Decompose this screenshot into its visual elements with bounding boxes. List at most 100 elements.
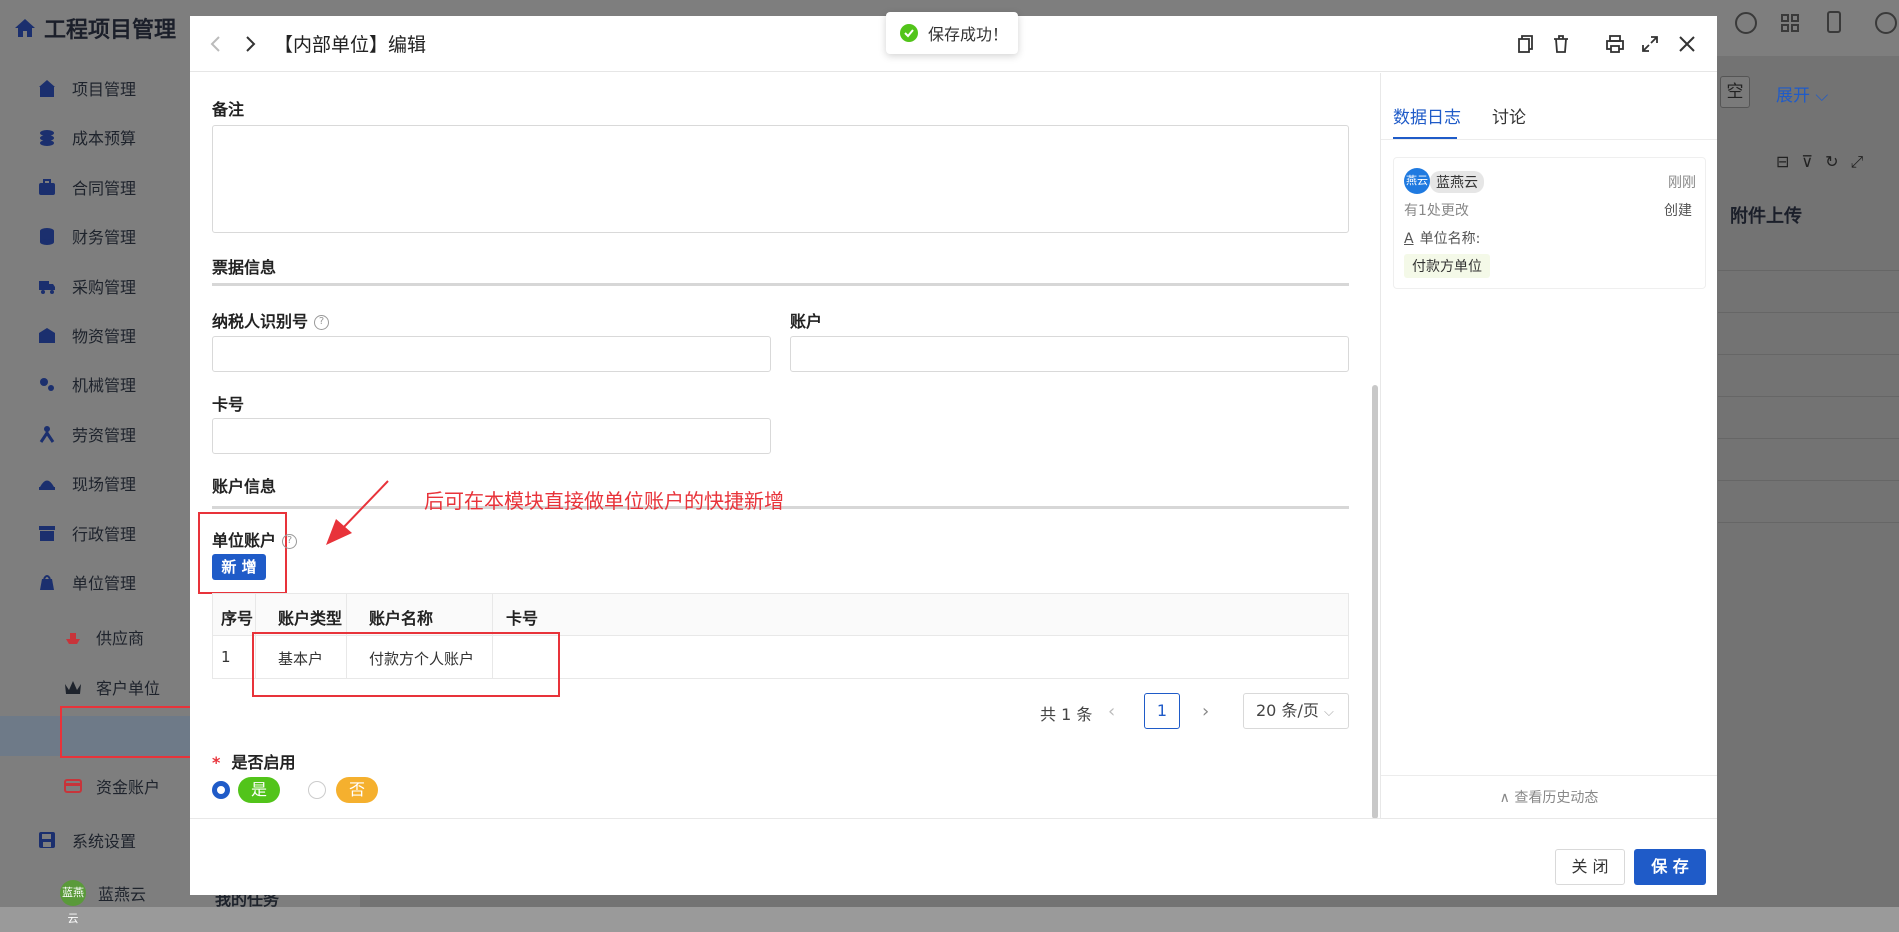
save-icon bbox=[36, 829, 58, 851]
page-size-select[interactable]: 20 条/页 ⌵ bbox=[1243, 693, 1349, 729]
log-field: A 单位名称: bbox=[1404, 228, 1480, 248]
sidebar-item-label: 项目管理 bbox=[72, 80, 137, 99]
cell-index: 1 bbox=[221, 648, 231, 666]
fullscreen-icon[interactable] bbox=[1640, 34, 1660, 54]
log-entry-card: 燕云 蓝燕云 刚刚 有1处更改 创建 A 单位名称: 付款方单位 bbox=[1393, 157, 1706, 289]
bg-row-divider bbox=[1718, 354, 1899, 355]
help-icon[interactable]: ? bbox=[282, 534, 298, 549]
required-mark: * bbox=[212, 753, 221, 772]
radio-no[interactable] bbox=[308, 781, 326, 799]
sidebar-item-8[interactable]: 现场管理 bbox=[0, 463, 190, 503]
sidebar-item-label: 机械管理 bbox=[72, 376, 137, 396]
user-icon[interactable] bbox=[1875, 12, 1897, 34]
sidebar-subitem-3[interactable]: 资金账户 bbox=[0, 766, 190, 806]
archive-icon bbox=[36, 522, 58, 544]
success-check-icon bbox=[900, 24, 918, 42]
success-toast: 保存成功！ bbox=[886, 12, 1018, 54]
tax-id-label: 纳税人识别号? bbox=[212, 308, 330, 332]
sidebar-item-label: 单位管理 bbox=[72, 574, 137, 593]
view-history-link[interactable]: ∧ 查看历史动态 bbox=[1381, 787, 1717, 807]
truck-icon bbox=[36, 275, 58, 297]
sidebar-item-2[interactable]: 合同管理 bbox=[0, 167, 190, 207]
sidebar-item-4[interactable]: 采购管理 bbox=[0, 266, 190, 306]
next-page-icon[interactable]: › bbox=[1202, 701, 1209, 722]
sidebar-item-label: 资金账户 bbox=[96, 777, 161, 797]
crown-icon bbox=[62, 676, 84, 698]
sidebar-subitem-0[interactable]: 供应商 bbox=[0, 617, 190, 657]
edit-dialog: 【内部单位】编辑 备注 票据信息 纳税人识别号? 账户 卡号 账户信息 单位账户… bbox=[190, 16, 1717, 895]
avatar: 燕云 bbox=[1404, 168, 1430, 194]
ship-icon bbox=[62, 626, 84, 648]
print-icon[interactable] bbox=[1605, 34, 1625, 54]
add-account-button[interactable]: 新 增 bbox=[212, 554, 266, 580]
text-field-icon: A bbox=[1404, 231, 1414, 247]
tab-divider bbox=[1381, 139, 1717, 140]
sidebar-subitem-1[interactable]: 客户单位 bbox=[0, 667, 190, 707]
remark-label: 备注 bbox=[212, 100, 245, 119]
sidebar-item-label: 现场管理 bbox=[72, 475, 137, 495]
close-button[interactable]: 关 闭 bbox=[1555, 849, 1625, 885]
sidebar-item-1[interactable]: 成本预算 bbox=[0, 117, 190, 157]
remark-textarea[interactable] bbox=[212, 125, 1349, 233]
bg-column-header: 附件上传 bbox=[1730, 206, 1802, 227]
tax-id-label-text: 纳税人识别号 bbox=[212, 312, 309, 331]
expand-label: 展开 bbox=[1776, 86, 1810, 106]
column-header-card: 卡号 bbox=[506, 609, 539, 628]
log-time: 刚刚 bbox=[1668, 175, 1696, 191]
sidebar-item-label: 行政管理 bbox=[72, 524, 137, 544]
column-header-type: 账户类型 bbox=[278, 609, 343, 628]
bg-row-divider bbox=[1718, 396, 1899, 397]
tab-data-log[interactable]: 数据日志 bbox=[1393, 103, 1461, 128]
grid-icon[interactable] bbox=[1780, 13, 1800, 33]
chat-icon[interactable] bbox=[1735, 12, 1757, 34]
toast-message: 保存成功！ bbox=[928, 25, 1009, 44]
log-user: 蓝燕云 bbox=[1430, 171, 1484, 193]
sidebar-item-5[interactable]: 物资管理 bbox=[0, 315, 190, 355]
expand-link[interactable]: 展开 ⌵ bbox=[1776, 81, 1828, 106]
chevron-up-icon: ∧ bbox=[1499, 790, 1510, 806]
account-input[interactable] bbox=[790, 336, 1349, 372]
tag-no[interactable]: 否 bbox=[336, 777, 378, 803]
bg-row-divider bbox=[1718, 312, 1899, 313]
page-number[interactable]: 1 bbox=[1144, 693, 1180, 729]
sidebar-item-7[interactable]: 劳资管理 bbox=[0, 414, 190, 454]
pagination-total: 共 1 条 bbox=[1040, 705, 1093, 724]
log-field-label: 单位名称: bbox=[1419, 231, 1481, 247]
sidebar-item-label: 财务管理 bbox=[72, 228, 137, 248]
sidebar-item-6[interactable]: 机械管理 bbox=[0, 364, 190, 404]
sidebar-item-label: 供应商 bbox=[96, 629, 145, 648]
help-icon[interactable]: ? bbox=[314, 315, 330, 330]
tax-id-input[interactable] bbox=[212, 336, 771, 372]
sidebar-item-label: 系统设置 bbox=[72, 832, 137, 851]
account-section-title: 账户信息 bbox=[212, 477, 277, 496]
close-icon[interactable] bbox=[1677, 34, 1697, 54]
tag-yes[interactable]: 是 bbox=[238, 777, 280, 803]
column-header-index: 序号 bbox=[221, 609, 254, 628]
card-no-input[interactable] bbox=[212, 418, 771, 454]
mobile-icon[interactable] bbox=[1827, 11, 1841, 33]
building-icon bbox=[36, 77, 58, 99]
annotation-text: 后可在本模块直接做单位账户的快捷新增 bbox=[424, 489, 784, 513]
copy-icon[interactable] bbox=[1515, 34, 1535, 54]
sidebar-item-0[interactable]: 项目管理 bbox=[0, 68, 190, 108]
sidebar-user[interactable]: 蓝燕云 蓝燕云 bbox=[60, 880, 147, 925]
save-button[interactable]: 保 存 bbox=[1634, 849, 1706, 885]
next-icon[interactable] bbox=[240, 34, 260, 54]
user-name: 蓝燕云 bbox=[98, 885, 147, 904]
prev-page-icon[interactable]: ‹ bbox=[1108, 701, 1115, 722]
sidebar-item-3[interactable]: 财务管理 bbox=[0, 216, 190, 256]
sidebar-item-9[interactable]: 行政管理 bbox=[0, 513, 190, 553]
highlight-box-table-row bbox=[252, 632, 560, 697]
chevron-down-icon: ⌵ bbox=[1323, 705, 1334, 720]
history-label: 查看历史动态 bbox=[1514, 790, 1599, 806]
delete-icon[interactable] bbox=[1551, 34, 1571, 54]
tab-discussion[interactable]: 讨论 bbox=[1492, 103, 1526, 128]
sidebar-item-10[interactable]: 单位管理 bbox=[0, 562, 190, 602]
scrollbar[interactable] bbox=[1372, 385, 1378, 819]
sidebar-item-settings[interactable]: 系统设置 bbox=[0, 820, 190, 860]
unit-account-label-text: 单位账户 bbox=[212, 531, 277, 550]
log-summary: 有1处更改 bbox=[1404, 203, 1469, 219]
radio-yes[interactable] bbox=[212, 781, 230, 799]
bg-button[interactable]: 空 bbox=[1720, 76, 1750, 108]
previous-icon[interactable] bbox=[206, 34, 226, 54]
